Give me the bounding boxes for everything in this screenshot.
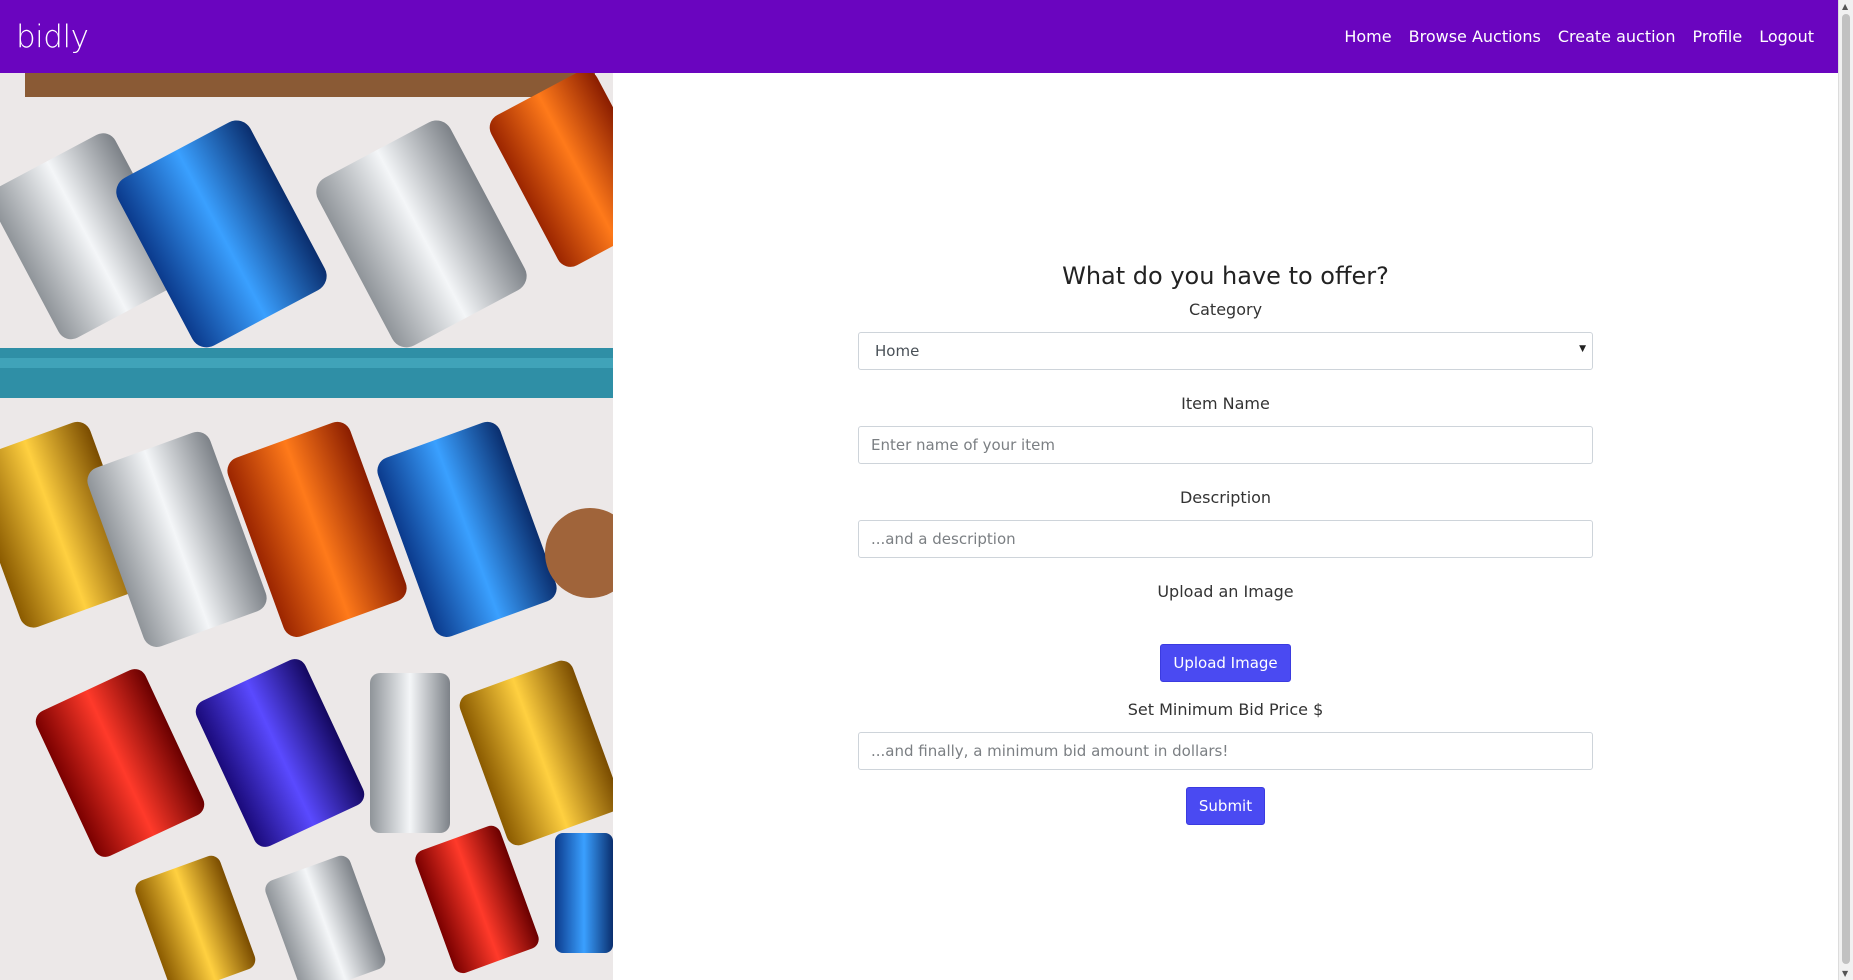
nav-link-browse-auctions[interactable]: Browse Auctions <box>1409 27 1541 46</box>
jugs-illustration <box>0 73 613 980</box>
nav-links: Home Browse Auctions Create auction Prof… <box>1344 27 1814 46</box>
scroll-up-icon[interactable]: ▲ <box>1842 2 1848 11</box>
page-scrollbar[interactable]: ▲ ▼ <box>1838 0 1853 980</box>
upload-image-button[interactable]: Upload Image <box>1160 644 1291 682</box>
nav-link-profile[interactable]: Profile <box>1692 27 1742 46</box>
upload-image-label: Upload an Image <box>1157 582 1294 601</box>
create-auction-form: What do you have to offer? Category Home… <box>858 262 1593 825</box>
submit-button[interactable]: Submit <box>1185 787 1266 825</box>
hero-image-jugs <box>0 73 613 980</box>
min-bid-input[interactable] <box>858 732 1593 770</box>
nav-link-home[interactable]: Home <box>1344 27 1391 46</box>
category-label: Category <box>1188 300 1263 319</box>
caret-down-icon: ▼ <box>1579 344 1586 354</box>
category-selected-value: Home <box>875 342 920 360</box>
description-input[interactable] <box>858 520 1593 558</box>
item-name-input[interactable] <box>858 426 1593 464</box>
brand-logo[interactable]: bidly <box>16 19 89 55</box>
min-bid-label: Set Minimum Bid Price $ <box>1127 700 1324 719</box>
top-navbar: bidly Home Browse Auctions Create auctio… <box>0 0 1838 73</box>
scrollbar-thumb[interactable] <box>1842 14 1850 964</box>
description-label: Description <box>1179 488 1272 507</box>
nav-link-create-auction[interactable]: Create auction <box>1558 27 1676 46</box>
scroll-down-icon[interactable]: ▼ <box>1842 969 1848 978</box>
category-select[interactable]: Home ▼ <box>858 332 1593 370</box>
nav-link-logout[interactable]: Logout <box>1759 27 1814 46</box>
item-name-label: Item Name <box>1181 394 1270 413</box>
form-title: What do you have to offer? <box>1062 262 1389 290</box>
